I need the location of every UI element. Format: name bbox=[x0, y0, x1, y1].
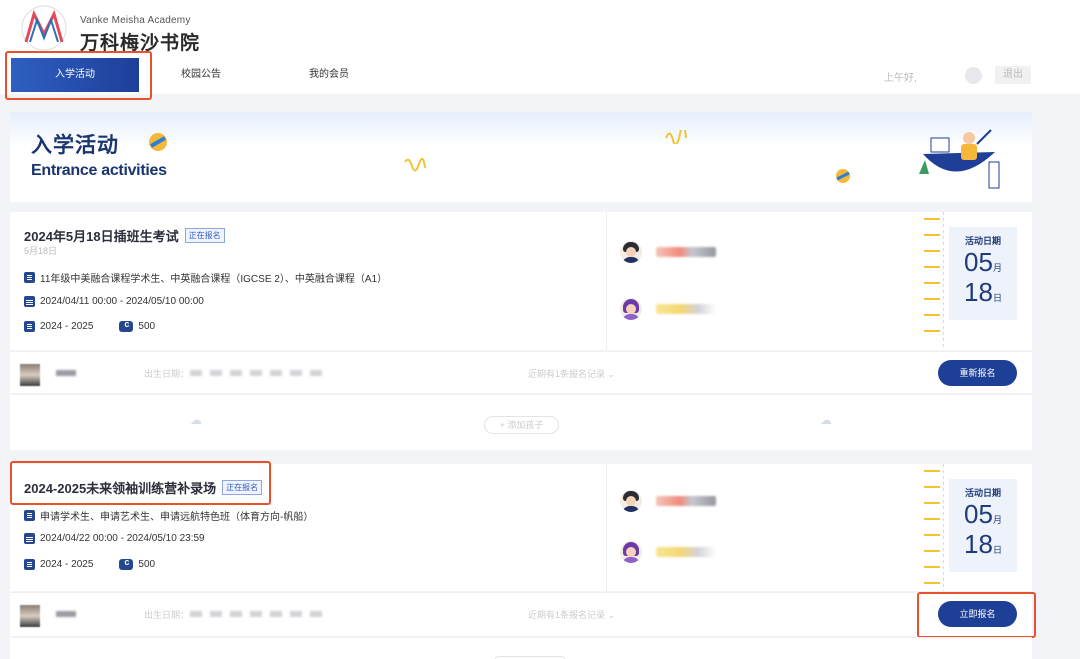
month-unit: 月 bbox=[992, 515, 1002, 525]
year-icon bbox=[24, 321, 35, 332]
status-badge: 正在报名 bbox=[184, 228, 225, 243]
child-name-redacted bbox=[56, 611, 76, 617]
day-unit: 日 bbox=[992, 545, 1002, 555]
avatar bbox=[620, 541, 642, 563]
recent-records-toggle[interactable]: 近期有1条报名记录 ⌄ bbox=[528, 367, 615, 380]
squiggle-decoration-icon bbox=[665, 130, 687, 144]
nav-tab-campus-notices[interactable]: 校园公告 bbox=[141, 58, 261, 92]
squiggle-decoration-icon bbox=[404, 158, 426, 172]
user-avatar-icon[interactable] bbox=[965, 67, 982, 84]
beach-ball-icon bbox=[149, 133, 167, 151]
activity-date-box: 活动日期 05月 18日 bbox=[949, 227, 1017, 320]
fee-amount: 500 bbox=[138, 321, 156, 332]
program-text: 11年级中美融合课程学术生、中英融合课程（IGCSE 2）、中英融合课程（A1） bbox=[40, 274, 388, 285]
dob-label: 出生日期： bbox=[144, 369, 190, 379]
document-icon bbox=[24, 272, 35, 283]
child-avatar bbox=[20, 364, 40, 386]
highlight-box-title bbox=[10, 461, 271, 505]
activity-title: 2024年5月18日插班生考试 bbox=[24, 229, 179, 244]
year-icon bbox=[24, 559, 35, 570]
divider bbox=[606, 464, 607, 591]
redacted-name bbox=[656, 547, 716, 557]
child-row-2: 出生日期： 近期有1条报名记录 ⌄ 立即报名 bbox=[10, 592, 1032, 636]
greeting-text: 上午好, bbox=[884, 73, 917, 84]
avatar bbox=[620, 298, 642, 320]
date-month: 05 bbox=[964, 499, 993, 529]
ruler-line bbox=[943, 212, 944, 350]
highlight-box-nav bbox=[5, 51, 152, 100]
cloud-decoration-icon: ☁ bbox=[190, 413, 202, 427]
dob-redacted bbox=[190, 611, 330, 617]
child-name-redacted bbox=[56, 370, 76, 376]
meta-line: 2024 - 2025 500 bbox=[24, 319, 156, 332]
document-icon bbox=[24, 510, 35, 521]
redacted-name bbox=[656, 304, 716, 314]
date-day: 18 bbox=[964, 529, 993, 559]
program-line: 11年级中美融合课程学术生、中英融合课程（IGCSE 2）、中英融合课程（A1） bbox=[24, 270, 387, 285]
fee-amount: 500 bbox=[138, 559, 156, 570]
redacted-name bbox=[656, 247, 716, 257]
avatar bbox=[620, 241, 642, 263]
cloud-decoration-icon: ☁ bbox=[820, 413, 832, 427]
page-banner: 入学活动 Entrance activities bbox=[10, 112, 1032, 202]
academy-logo[interactable] bbox=[14, 4, 74, 52]
divider bbox=[606, 212, 607, 350]
calendar-icon bbox=[24, 296, 35, 307]
dob-redacted bbox=[190, 370, 330, 376]
school-year: 2024 - 2025 bbox=[40, 321, 94, 332]
banner-title-en: Entrance activities bbox=[31, 162, 167, 179]
add-child-row: ☁ + 添加孩子 ☁ bbox=[10, 394, 1032, 450]
dob-label: 出生日期： bbox=[144, 610, 190, 620]
avatar bbox=[620, 490, 642, 512]
date-month: 05 bbox=[964, 247, 993, 277]
period-text: 2024/04/11 00:00 - 2024/05/10 00:00 bbox=[40, 296, 204, 307]
program-text: 申请学术生、申请艺术生、申请远航特色班（体育方向-帆船） bbox=[40, 512, 314, 523]
activity-card-1[interactable]: 2024年5月18日插班生考试 正在报名 5月18日 11年级中美融合课程学术生… bbox=[10, 212, 1032, 350]
recent-records-toggle[interactable]: 近期有1条报名记录 ⌄ bbox=[528, 608, 615, 621]
date-label: 活动日期 bbox=[964, 488, 1001, 498]
top-header: Vanke Meisha Academy 万科梅沙书院 入学活动 校园公告 我的… bbox=[0, 0, 1080, 100]
contact-person-male bbox=[620, 490, 716, 512]
contact-person-male bbox=[620, 241, 716, 263]
period-line: 2024/04/11 00:00 - 2024/05/10 00:00 bbox=[24, 296, 204, 307]
logout-button[interactable]: 退出 bbox=[995, 66, 1031, 84]
calendar-icon bbox=[24, 533, 35, 544]
period-line: 2024/04/22 00:00 - 2024/05/10 23:59 bbox=[24, 533, 205, 544]
contact-person-female bbox=[620, 298, 716, 320]
activity-date-box: 活动日期 05月 18日 bbox=[949, 479, 1017, 572]
beach-ball-icon-small bbox=[836, 169, 850, 183]
period-text: 2024/04/22 00:00 - 2024/05/10 23:59 bbox=[40, 533, 205, 544]
day-unit: 日 bbox=[992, 293, 1002, 303]
date-label: 活动日期 bbox=[964, 236, 1001, 246]
school-year: 2024 - 2025 bbox=[40, 559, 94, 570]
activity-title-row: 2024年5月18日插班生考试 正在报名 bbox=[24, 226, 225, 245]
month-unit: 月 bbox=[992, 263, 1002, 273]
banner-title-cn: 入学活动 bbox=[31, 134, 119, 157]
activity-subtitle: 5月18日 bbox=[24, 246, 58, 256]
add-child-row-partial bbox=[10, 637, 1032, 659]
child-row-1: 出生日期： 近期有1条报名记录 ⌄ 重新报名 bbox=[10, 351, 1032, 393]
redacted-name bbox=[656, 496, 716, 506]
child-avatar bbox=[20, 605, 40, 627]
brand-name-en: Vanke Meisha Academy bbox=[80, 15, 191, 26]
program-line: 申请学术生、申请艺术生、申请远航特色班（体育方向-帆船） bbox=[24, 508, 313, 523]
ruler-line bbox=[943, 464, 944, 591]
wallet-icon bbox=[119, 319, 134, 332]
contact-person-female bbox=[620, 541, 716, 563]
date-day: 18 bbox=[964, 277, 993, 307]
re-register-button[interactable]: 重新报名 bbox=[938, 360, 1017, 386]
hammock-illustration-icon bbox=[919, 129, 1000, 189]
wallet-icon bbox=[119, 557, 134, 570]
add-child-button[interactable]: + 添加孩子 bbox=[484, 416, 559, 434]
meta-line: 2024 - 2025 500 bbox=[24, 557, 156, 570]
nav-tab-my-membership[interactable]: 我的会员 bbox=[269, 58, 389, 92]
highlight-box-button bbox=[917, 592, 1036, 638]
